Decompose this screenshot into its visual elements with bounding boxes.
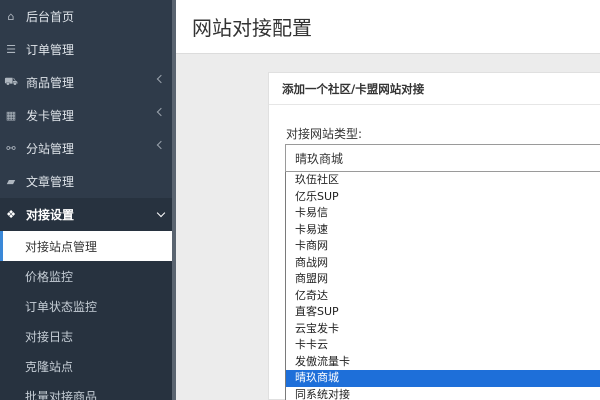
- sidebar-subitem-batch-docking[interactable]: 批量对接商品: [0, 381, 172, 400]
- site-type-dropdown: 玖伍社区 亿乐SUP 卡易信 卡易速 卡商网 商战网 商盟网 亿奇达 直客SUP 云宝发卡 卡卡云发…: [285, 172, 600, 400]
- site-type-select[interactable]: 晴玖商城: [285, 144, 600, 172]
- sidebar-item-cards[interactable]: ▦ 发卡管理: [0, 99, 172, 132]
- main-content: 网站对接配置 添加一个社区/卡盟网站对接 对接网站类型: 晴玖商城 玖伍社区 亿乐…: [176, 0, 600, 400]
- panel-heading: 添加一个社区/卡盟网站对接: [269, 73, 600, 105]
- dropdown-option[interactable]: 亿奇达: [286, 288, 600, 305]
- sidebar-item-label: 对接设置: [26, 208, 75, 222]
- dropdown-option[interactable]: 晴玖商城: [286, 370, 600, 387]
- chevron-left-icon: [156, 140, 166, 150]
- home-icon: ⌂: [7, 10, 15, 23]
- dropdown-option[interactable]: 卡易速: [286, 222, 600, 239]
- dropdown-option[interactable]: 直客SUP: [286, 304, 600, 321]
- chevron-down-icon: [156, 208, 166, 218]
- grid-icon: ▦: [5, 109, 17, 122]
- chevron-left-icon: [156, 107, 166, 117]
- sidebar-item-substations[interactable]: ⚯ 分站管理: [0, 132, 172, 165]
- sidebar-item-label: 分站管理: [26, 142, 75, 156]
- site-type-label: 对接网站类型:: [286, 127, 363, 141]
- sidebar-subitem-clone-site[interactable]: 克隆站点: [0, 351, 172, 381]
- sidebar-item-label: 后台首页: [26, 10, 75, 24]
- cubes-icon: ❖: [6, 208, 16, 221]
- sidebar-menu: ⌂ 后台首页 ☰ 订单管理 ⛟ 商品管理 ▦ 发卡管理 ⚯ 分站管理 ▰ 文章管…: [0, 0, 172, 231]
- sidebar-item-label: 订单管理: [26, 43, 75, 57]
- sidebar-subitem-price-monitor[interactable]: 价格监控: [0, 261, 172, 291]
- dropdown-option[interactable]: 发傲流量卡: [286, 354, 600, 371]
- sidebar: ⌂ 后台首页 ☰ 订单管理 ⛟ 商品管理 ▦ 发卡管理 ⚯ 分站管理 ▰ 文章管…: [0, 0, 172, 400]
- sidebar-item-docking-settings[interactable]: ❖ 对接设置: [0, 198, 172, 231]
- sidebar-item-label: 发卡管理: [26, 109, 75, 123]
- sidebar-submenu: 对接站点管理 价格监控 订单状态监控 对接日志 克隆站点 批量对接商品: [0, 231, 172, 400]
- dropdown-option[interactable]: 卡易信: [286, 205, 600, 222]
- page-title: 网站对接配置: [192, 16, 312, 40]
- dropdown-option[interactable]: 卡卡云: [286, 337, 600, 354]
- cart-icon: ⛟: [4, 75, 18, 88]
- sidebar-item-label: 文章管理: [26, 175, 75, 189]
- chevron-left-icon: [156, 74, 166, 84]
- docking-panel: 添加一个社区/卡盟网站对接 对接网站类型: 晴玖商城 玖伍社区 亿乐SUP 卡易信卡…: [268, 72, 600, 400]
- sidebar-item-articles[interactable]: ▰ 文章管理: [0, 165, 172, 198]
- page-header: 网站对接配置: [176, 0, 600, 54]
- dropdown-option[interactable]: 玖伍社区: [286, 172, 600, 189]
- book-icon: ▰: [6, 175, 16, 188]
- dropdown-option[interactable]: 云宝发卡: [286, 321, 600, 338]
- dropdown-option[interactable]: 商盟网: [286, 271, 600, 288]
- list-icon: ☰: [6, 43, 16, 56]
- sidebar-item-products[interactable]: ⛟ 商品管理: [0, 66, 172, 99]
- sidebar-subitem-docking-log[interactable]: 对接日志: [0, 321, 172, 351]
- sidebar-item-dashboard[interactable]: ⌂ 后台首页: [0, 0, 172, 33]
- sidebar-subitem-site-management[interactable]: 对接站点管理: [0, 231, 172, 261]
- sidebar-item-label: 商品管理: [26, 76, 75, 90]
- sidebar-subitem-order-status-monitor[interactable]: 订单状态监控: [0, 291, 172, 321]
- dropdown-option[interactable]: 同系统对接: [286, 387, 600, 400]
- sidebar-item-orders[interactable]: ☰ 订单管理: [0, 33, 172, 66]
- dropdown-option[interactable]: 卡商网: [286, 238, 600, 255]
- dropdown-option[interactable]: 亿乐SUP: [286, 189, 600, 206]
- sitemap-icon: ⚯: [6, 142, 16, 155]
- dropdown-option[interactable]: 商战网: [286, 255, 600, 272]
